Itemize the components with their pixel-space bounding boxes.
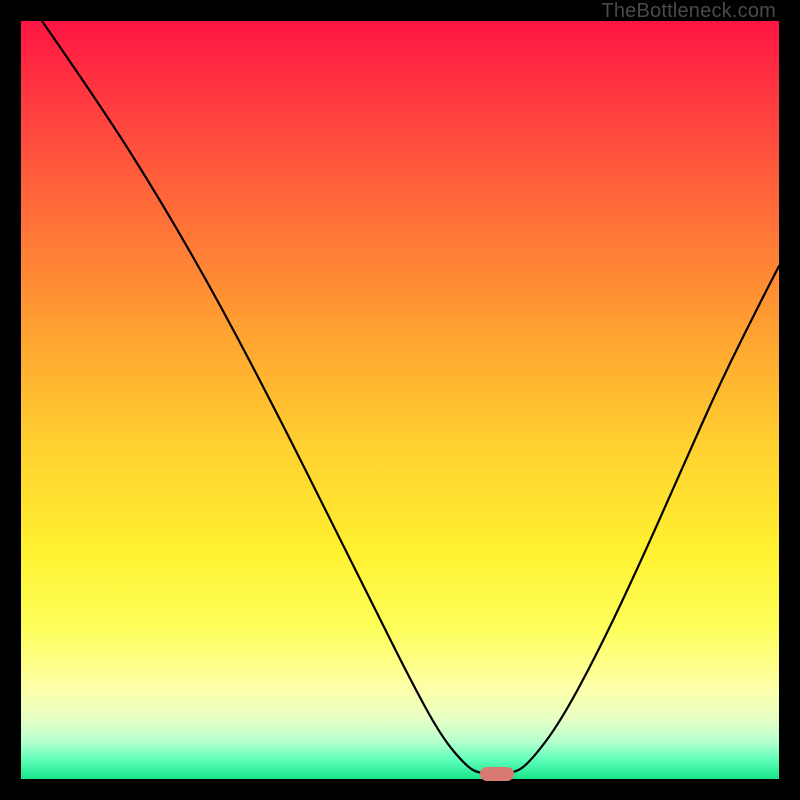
bottleneck-curve (21, 21, 779, 779)
watermark-text: TheBottleneck.com (601, 0, 776, 23)
chart-plot-area (21, 21, 779, 779)
optimal-marker (480, 767, 514, 781)
